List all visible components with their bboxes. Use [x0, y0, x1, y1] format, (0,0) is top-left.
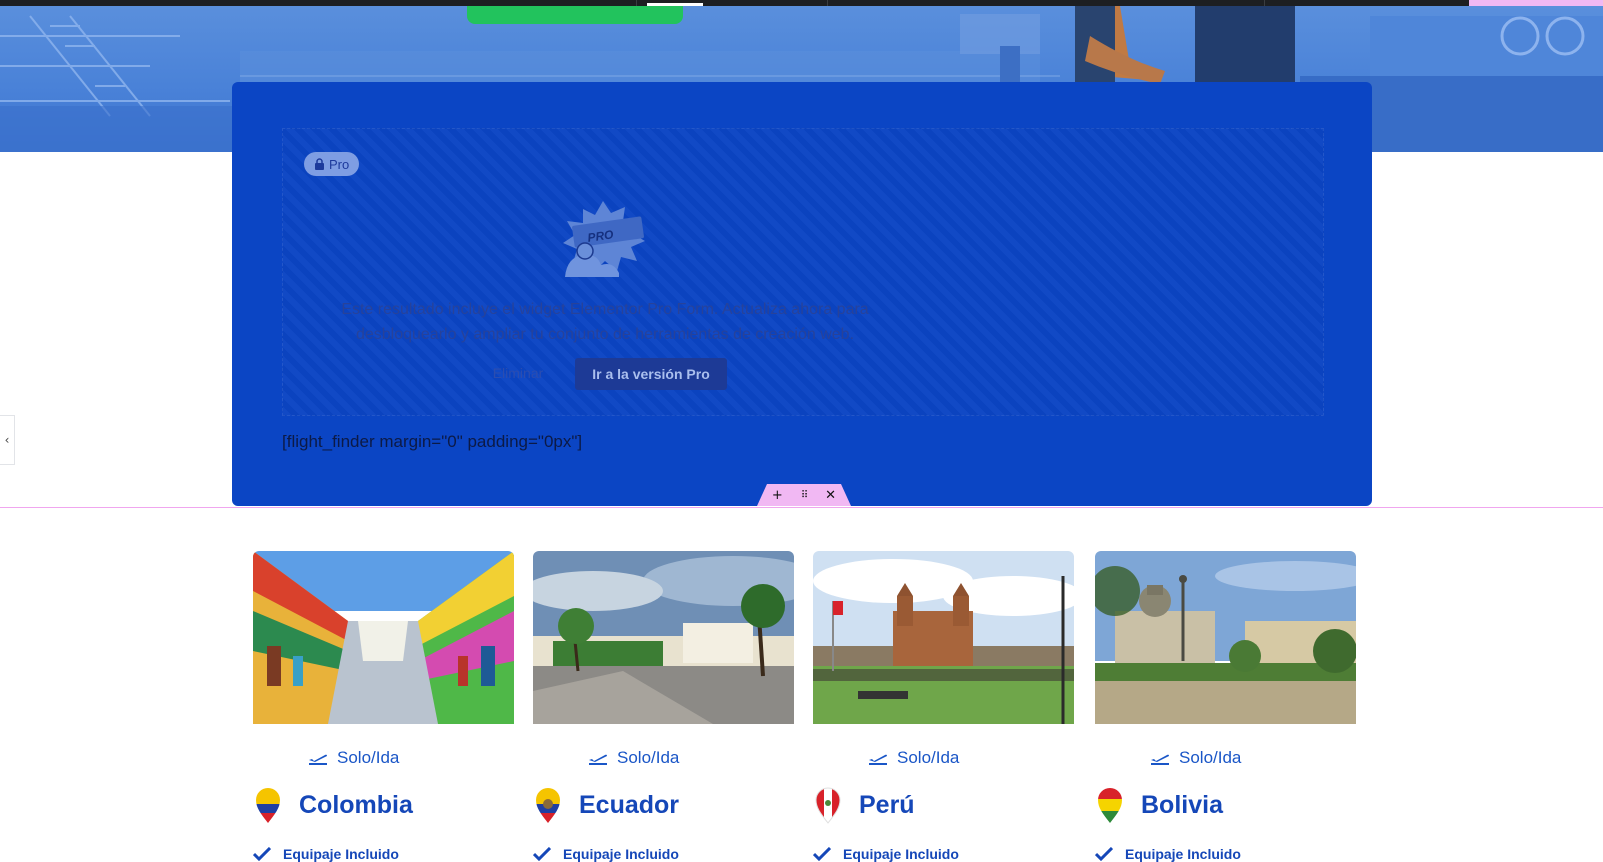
trip-type-label: Solo/Ida: [337, 748, 400, 767]
trip-type-label: Solo/Ida: [617, 748, 680, 767]
drag-handle-icon[interactable]: ⠿: [801, 490, 808, 501]
feature-label: Equipaje Incluido: [843, 846, 959, 862]
pro-ticket-illustration-icon: PRO: [563, 201, 645, 277]
country-heading: Bolivia: [1095, 786, 1223, 824]
country-name[interactable]: Perú: [859, 791, 915, 820]
flight-finder-section[interactable]: Pro PRO Este resultado incluye el widget…: [232, 82, 1372, 506]
trip-type: Solo/Ida: [868, 748, 959, 768]
country-name[interactable]: Ecuador: [579, 791, 679, 820]
trip-type-label: Solo/Ida: [1179, 748, 1242, 767]
plane-departure-icon: [309, 754, 327, 765]
destination-card[interactable]: Solo/Ida Ecuador Equipaje Incluido: [533, 551, 794, 862]
hero-cta-button[interactable]: [467, 6, 683, 24]
feature-label: Equipaje Incluido: [1125, 846, 1241, 862]
destination-photo: [253, 551, 514, 724]
destination-photo: [813, 551, 1074, 724]
colombia-flag-pin-icon: [256, 788, 280, 823]
checkmark-icon: [533, 847, 551, 861]
destination-card[interactable]: Solo/Ida Bolivia Equipaje Incluido: [1095, 551, 1356, 862]
destination-cards: Solo/Ida Colombia Equipaje Incluido Solo…: [253, 551, 1356, 862]
destination-photo: [1095, 551, 1356, 724]
upgrade-pro-button[interactable]: Ir a la versión Pro: [575, 358, 727, 390]
plus-icon[interactable]: +: [772, 488, 783, 503]
plane-departure-icon: [589, 754, 607, 765]
country-heading: Perú: [813, 786, 915, 824]
pro-form-placeholder: Pro PRO Este resultado incluye el widget…: [282, 128, 1324, 416]
ecuador-flag-pin-icon: [536, 788, 560, 823]
section-outline: [0, 507, 1603, 508]
delete-button[interactable]: Eliminar: [483, 357, 553, 389]
trip-type-label: Solo/Ida: [897, 748, 960, 767]
destination-photo: [533, 551, 794, 724]
feature-label: Equipaje Incluido: [563, 846, 679, 862]
trip-type: Solo/Ida: [1150, 748, 1241, 768]
feature-item: Equipaje Incluido: [813, 846, 959, 862]
feature-item: Equipaje Incluido: [253, 846, 399, 862]
checkmark-icon: [813, 847, 831, 861]
trip-type: Solo/Ida: [308, 748, 399, 768]
flight-finder-shortcode: [flight_finder margin="0" padding="0px"]: [282, 432, 583, 451]
destination-card[interactable]: Solo/Ida Perú Equipaje Incluido: [813, 551, 1074, 862]
country-heading: Ecuador: [533, 786, 679, 824]
destination-card[interactable]: Solo/Ida Colombia Equipaje Incluido: [253, 551, 514, 862]
country-name[interactable]: Colombia: [299, 791, 413, 820]
trip-type: Solo/Ida: [588, 748, 679, 768]
checkmark-icon: [1095, 847, 1113, 861]
checkmark-icon: [253, 847, 271, 861]
country-name[interactable]: Bolivia: [1141, 791, 1223, 820]
pro-badge: Pro: [304, 152, 360, 176]
peru-flag-pin-icon: [815, 787, 841, 824]
feature-label: Equipaje Incluido: [283, 846, 399, 862]
plane-departure-icon: [1151, 754, 1169, 765]
pro-upgrade-message: Este resultado incluye el widget Element…: [341, 301, 869, 343]
panel-toggle-chevron-left-icon[interactable]: ‹: [0, 415, 15, 465]
plane-departure-icon: [869, 754, 887, 765]
bolivia-flag-pin-icon: [1098, 788, 1122, 823]
feature-item: Equipaje Incluido: [1095, 846, 1241, 862]
close-icon[interactable]: ✕: [825, 488, 836, 503]
feature-item: Equipaje Incluido: [533, 846, 679, 862]
lock-icon: [315, 158, 324, 170]
pro-badge-label: Pro: [329, 156, 350, 172]
country-heading: Colombia: [253, 786, 413, 824]
section-handle[interactable]: + ⠿ ✕: [757, 484, 851, 506]
